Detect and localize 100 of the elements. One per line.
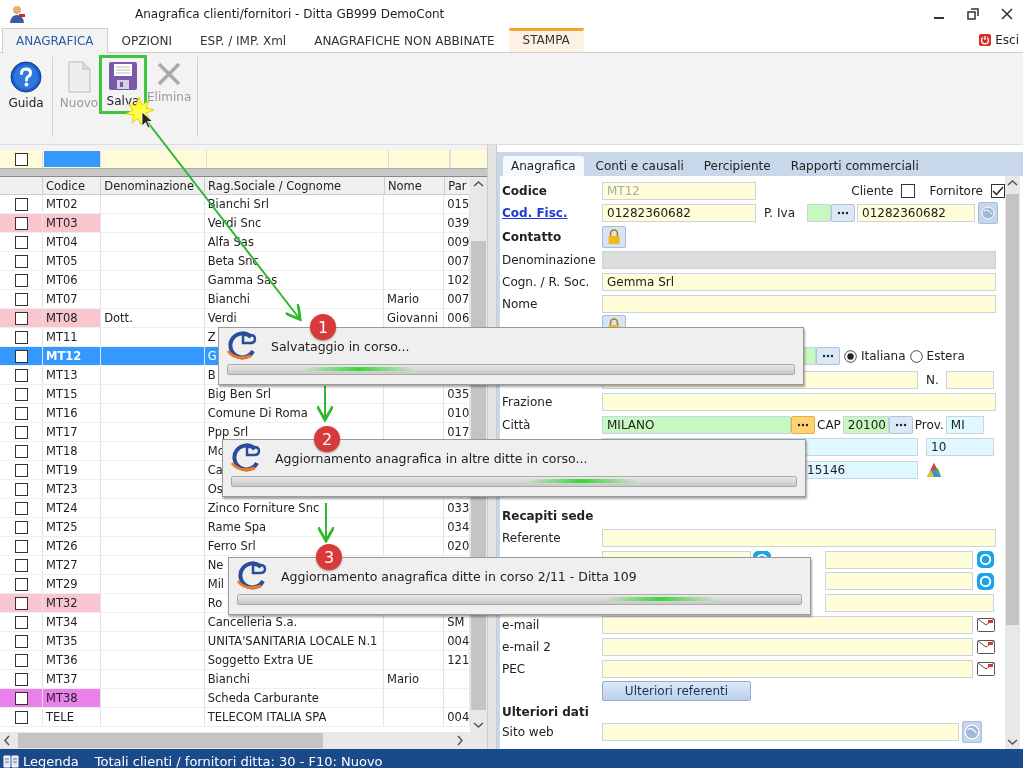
table-cell: MT05: [43, 252, 102, 270]
column-header[interactable]: Denominazione: [101, 177, 206, 194]
exit-button[interactable]: Esci: [975, 28, 1023, 52]
row-checkbox[interactable]: [14, 311, 28, 325]
skype-icon[interactable]: [977, 551, 994, 568]
form-tab[interactable]: Conti e causali: [587, 156, 692, 176]
row-checkbox[interactable]: [14, 273, 28, 287]
lookup-button[interactable]: [888, 415, 913, 434]
horizontal-scrollbar[interactable]: [0, 732, 487, 749]
street-number-field[interactable]: 10: [926, 438, 994, 456]
row-checkbox[interactable]: [14, 482, 28, 496]
column-header[interactable]: Rag.Sociale / Cognome: [205, 177, 385, 194]
row-checkbox[interactable]: [14, 539, 28, 553]
row-checkbox[interactable]: [14, 406, 28, 420]
table-cell: Scheda Carburante: [204, 689, 385, 707]
more-contacts-button[interactable]: Ulteriori referenti: [602, 681, 751, 701]
form-tab[interactable]: Rapporti commerciali: [782, 156, 927, 176]
row-checkbox[interactable]: [14, 615, 28, 629]
row-checkbox[interactable]: [14, 330, 28, 344]
lock-button[interactable]: [602, 225, 626, 248]
number-field[interactable]: [946, 370, 994, 389]
hamlet-field[interactable]: [602, 393, 996, 411]
surname-field[interactable]: Gemma Srl: [602, 273, 996, 291]
row-checkbox[interactable]: [14, 501, 28, 515]
row-checkbox[interactable]: [14, 254, 28, 268]
envelope-icon[interactable]: [977, 640, 995, 654]
filter-field[interactable]: [44, 151, 101, 167]
row-checkbox[interactable]: [14, 216, 28, 230]
help-icon: [10, 61, 42, 93]
row-checkbox[interactable]: [14, 463, 28, 477]
website-field[interactable]: [602, 723, 959, 741]
contact-person-field[interactable]: [602, 529, 996, 547]
tax-code-link[interactable]: Cod. Fisc.: [502, 206, 602, 220]
postcode-field[interactable]: 20100: [842, 415, 889, 434]
radio-button-icon[interactable]: [844, 349, 857, 363]
lookup-button[interactable]: [791, 415, 815, 434]
email-field[interactable]: [602, 616, 973, 634]
supplier-checkbox[interactable]: [991, 184, 1005, 198]
email-field[interactable]: [602, 638, 973, 656]
vertical-scrollbar[interactable]: [1005, 176, 1020, 749]
row-checkbox[interactable]: [14, 235, 28, 249]
row-checkbox[interactable]: [14, 691, 28, 705]
close-icon[interactable]: [1001, 8, 1013, 20]
table-cell: MT27: [43, 556, 102, 574]
table-cell: MT13: [43, 366, 102, 384]
ribbon-tab[interactable]: ANAGRAFICHE NON ABBINATE: [300, 28, 509, 52]
row-checkbox[interactable]: [14, 596, 28, 610]
column-header[interactable]: Par: [445, 177, 470, 194]
row-checkbox[interactable]: [14, 292, 28, 306]
row-checkbox[interactable]: [14, 634, 28, 648]
row-checkbox[interactable]: [14, 197, 28, 211]
field-label: e-mail 2: [502, 640, 552, 654]
vat-field[interactable]: 01282360682: [857, 204, 975, 222]
row-checkbox[interactable]: [14, 349, 28, 363]
radio-button-icon[interactable]: [909, 349, 923, 363]
field-label: Cogn. / R. Soc.: [502, 275, 591, 289]
phone-field[interactable]: [825, 572, 973, 590]
first-name-field[interactable]: [602, 295, 996, 313]
ribbon-tab[interactable]: ANAGRAFICA: [2, 28, 108, 53]
email-field[interactable]: [602, 660, 973, 678]
column-header[interactable]: Codice: [43, 177, 102, 194]
client-checkbox[interactable]: [901, 184, 916, 198]
nationality-radio[interactable]: Estera: [909, 349, 965, 363]
restore-icon[interactable]: [967, 8, 979, 20]
city-field[interactable]: MILANO: [602, 415, 791, 434]
skype-icon[interactable]: [977, 572, 994, 590]
row-checkbox[interactable]: [14, 520, 28, 534]
form-tab[interactable]: Percipiente: [695, 156, 779, 176]
toolbar-button[interactable]: Guida: [4, 57, 48, 114]
row-checkbox[interactable]: [14, 387, 28, 401]
province-field[interactable]: MI: [945, 415, 984, 434]
envelope-icon[interactable]: [977, 618, 995, 632]
map-icon[interactable]: [926, 461, 942, 478]
lookup-button[interactable]: [816, 347, 840, 365]
envelope-icon[interactable]: [977, 662, 995, 676]
row-checkbox[interactable]: [14, 558, 28, 572]
row-checkbox[interactable]: [14, 672, 28, 686]
row-checkbox[interactable]: [14, 425, 28, 439]
phone-field[interactable]: [825, 550, 973, 569]
tax-code-field[interactable]: 01282360682: [602, 204, 756, 222]
country-field[interactable]: [807, 204, 831, 222]
field-label: Sito web: [502, 725, 555, 739]
ribbon-tab[interactable]: ESP. / IMP. Xml: [186, 28, 301, 52]
book-icon[interactable]: [3, 754, 19, 768]
ribbon-tab[interactable]: OPZIONI: [107, 28, 186, 52]
row-checkbox[interactable]: [14, 444, 28, 458]
row-checkbox[interactable]: [14, 577, 28, 591]
filter-checkbox[interactable]: [14, 152, 28, 166]
delete-icon: [156, 61, 183, 87]
fax-field[interactable]: [825, 594, 994, 612]
row-checkbox[interactable]: [14, 710, 28, 724]
column-header[interactable]: Nome: [384, 177, 446, 194]
ribbon-tab[interactable]: STAMPA: [508, 28, 584, 52]
nationality-radio[interactable]: Italiana: [844, 349, 906, 363]
lookup-button[interactable]: [831, 204, 855, 222]
row-checkbox[interactable]: [14, 653, 28, 667]
field-label: PEC: [502, 662, 527, 676]
form-tab[interactable]: Anagrafica: [503, 156, 584, 176]
legend-link[interactable]: Legenda: [23, 753, 79, 768]
row-checkbox[interactable]: [14, 368, 28, 382]
